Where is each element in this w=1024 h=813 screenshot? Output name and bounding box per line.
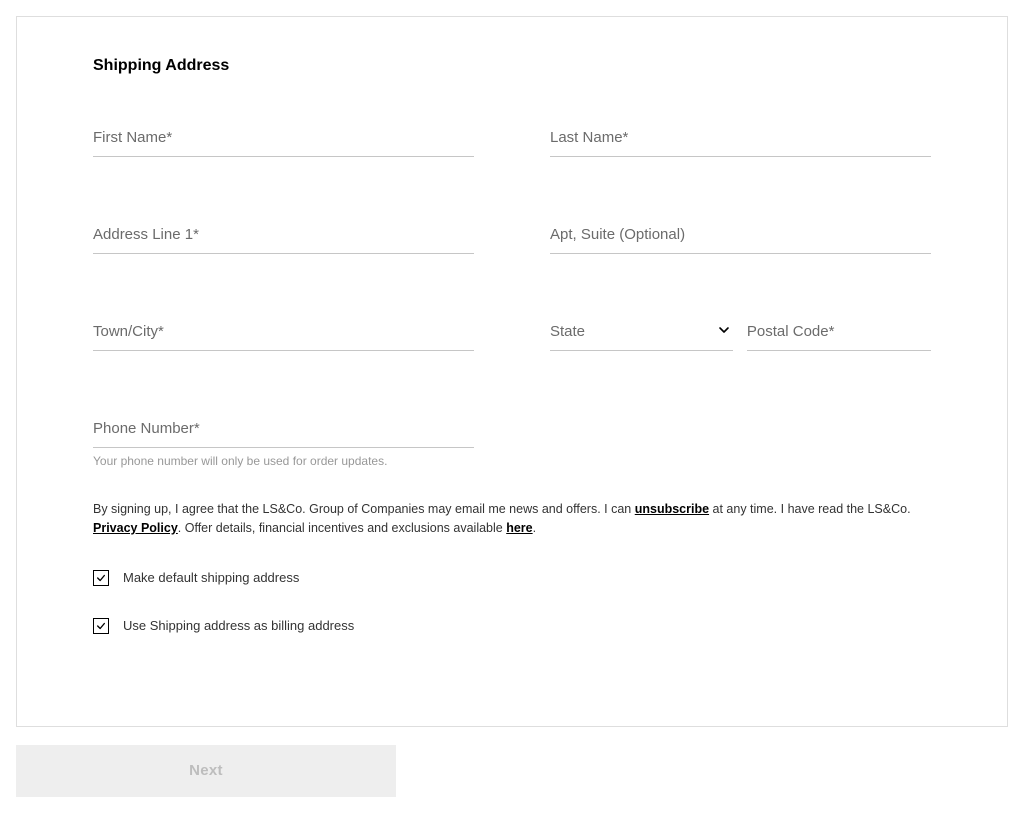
legal-part2: at any time. I have read the LS&Co. bbox=[709, 502, 911, 516]
town-city-input[interactable] bbox=[93, 319, 474, 351]
checkbox-default-shipping[interactable] bbox=[93, 570, 109, 586]
apt-suite-input[interactable] bbox=[550, 222, 931, 254]
section-title: Shipping Address bbox=[93, 57, 931, 75]
checkbox-use-as-billing-label: Use Shipping address as billing address bbox=[123, 618, 354, 633]
phone-field-wrap: Your phone number will only be used for … bbox=[93, 416, 474, 468]
city-state-row: State bbox=[93, 319, 931, 351]
checkbox-use-as-billing-row: Use Shipping address as billing address bbox=[93, 618, 931, 634]
checkbox-default-shipping-row: Make default shipping address bbox=[93, 570, 931, 586]
apt-field-wrap bbox=[550, 222, 931, 254]
town-city-field-wrap bbox=[93, 319, 474, 351]
unsubscribe-link[interactable]: unsubscribe bbox=[635, 502, 709, 516]
state-select[interactable]: State bbox=[550, 319, 733, 351]
postal-code-input[interactable] bbox=[747, 319, 931, 351]
phone-number-input[interactable] bbox=[93, 416, 474, 448]
legal-part1: By signing up, I agree that the LS&Co. G… bbox=[93, 502, 635, 516]
postal-code-field-wrap bbox=[747, 319, 931, 351]
address1-field-wrap bbox=[93, 222, 474, 254]
address-line-1-input[interactable] bbox=[93, 222, 474, 254]
here-link[interactable]: here bbox=[506, 521, 532, 535]
shipping-address-panel: Shipping Address State bbox=[16, 16, 1008, 727]
last-name-input[interactable] bbox=[550, 125, 931, 157]
first-name-input[interactable] bbox=[93, 125, 474, 157]
last-name-field-wrap bbox=[550, 125, 931, 157]
checkbox-default-shipping-label: Make default shipping address bbox=[123, 570, 299, 585]
state-postal-wrap: State bbox=[550, 319, 931, 351]
legal-part3: . Offer details, financial incentives an… bbox=[178, 521, 506, 535]
next-button[interactable]: Next bbox=[16, 745, 396, 797]
first-name-field-wrap bbox=[93, 125, 474, 157]
name-row bbox=[93, 125, 931, 157]
check-icon bbox=[96, 621, 106, 631]
address-row bbox=[93, 222, 931, 254]
legal-part4: . bbox=[533, 521, 536, 535]
checkbox-use-as-billing[interactable] bbox=[93, 618, 109, 634]
phone-helper-text: Your phone number will only be used for … bbox=[93, 454, 474, 468]
privacy-policy-link[interactable]: Privacy Policy bbox=[93, 521, 178, 535]
state-select-wrap: State bbox=[550, 319, 733, 351]
legal-text: By signing up, I agree that the LS&Co. G… bbox=[93, 500, 931, 538]
check-icon bbox=[96, 573, 106, 583]
